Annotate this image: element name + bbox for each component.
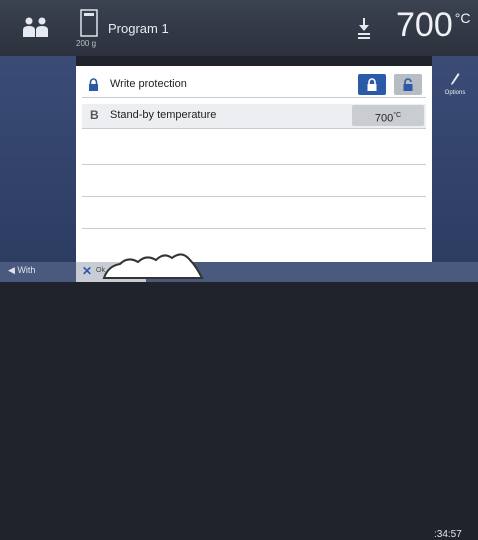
users-icon[interactable] <box>22 16 52 38</box>
options-button[interactable]: Options <box>438 70 472 102</box>
empty-row-divider <box>82 164 426 165</box>
program-icon[interactable] <box>80 9 98 37</box>
program-weight: 200 g <box>76 39 97 48</box>
clock: :34:57 <box>434 529 462 540</box>
temperature-unit: °C <box>454 10 471 26</box>
program-name[interactable]: Program 1 <box>108 21 169 36</box>
setting-label: Stand-by temperature <box>110 109 217 121</box>
close-icon: ✕ <box>82 264 93 278</box>
lock-closed-icon <box>367 78 377 91</box>
left-panel <box>0 56 76 282</box>
back-button[interactable]: ◀ With <box>8 265 35 276</box>
settings-row-write-protection[interactable]: Write protection <box>82 73 426 98</box>
pencil-icon <box>451 73 460 85</box>
write-protection-off-button[interactable] <box>394 74 422 95</box>
standby-temperature-value: 700 <box>374 112 394 125</box>
lock-icon <box>89 78 98 91</box>
pointing-hand-icon <box>102 253 204 279</box>
temperature-value: 700 <box>396 6 453 44</box>
standby-temperature-button[interactable]: 700°C <box>352 105 424 126</box>
settings-row-standby-temperature[interactable]: B Stand-by temperature 700°C <box>82 104 426 129</box>
setting-label: Write protection <box>110 78 187 90</box>
write-protection-on-button[interactable] <box>358 74 386 95</box>
header-bar: 200 g Program 1 700 °C <box>0 0 478 56</box>
empty-row-divider <box>82 196 426 197</box>
standby-temperature-unit: °C <box>393 112 402 119</box>
setting-letter: B <box>90 108 99 122</box>
furnace-temperature: 700 °C <box>396 6 470 45</box>
empty-row-divider <box>82 228 426 229</box>
program-options-dialog: Write protection B Stand-by temperature … <box>76 66 432 270</box>
options-label: Options <box>444 90 466 96</box>
lock-open-icon <box>403 78 413 91</box>
furnace-lift-icon[interactable] <box>357 18 371 40</box>
bottom-bar: ◀ With :34:57 <box>0 262 478 540</box>
